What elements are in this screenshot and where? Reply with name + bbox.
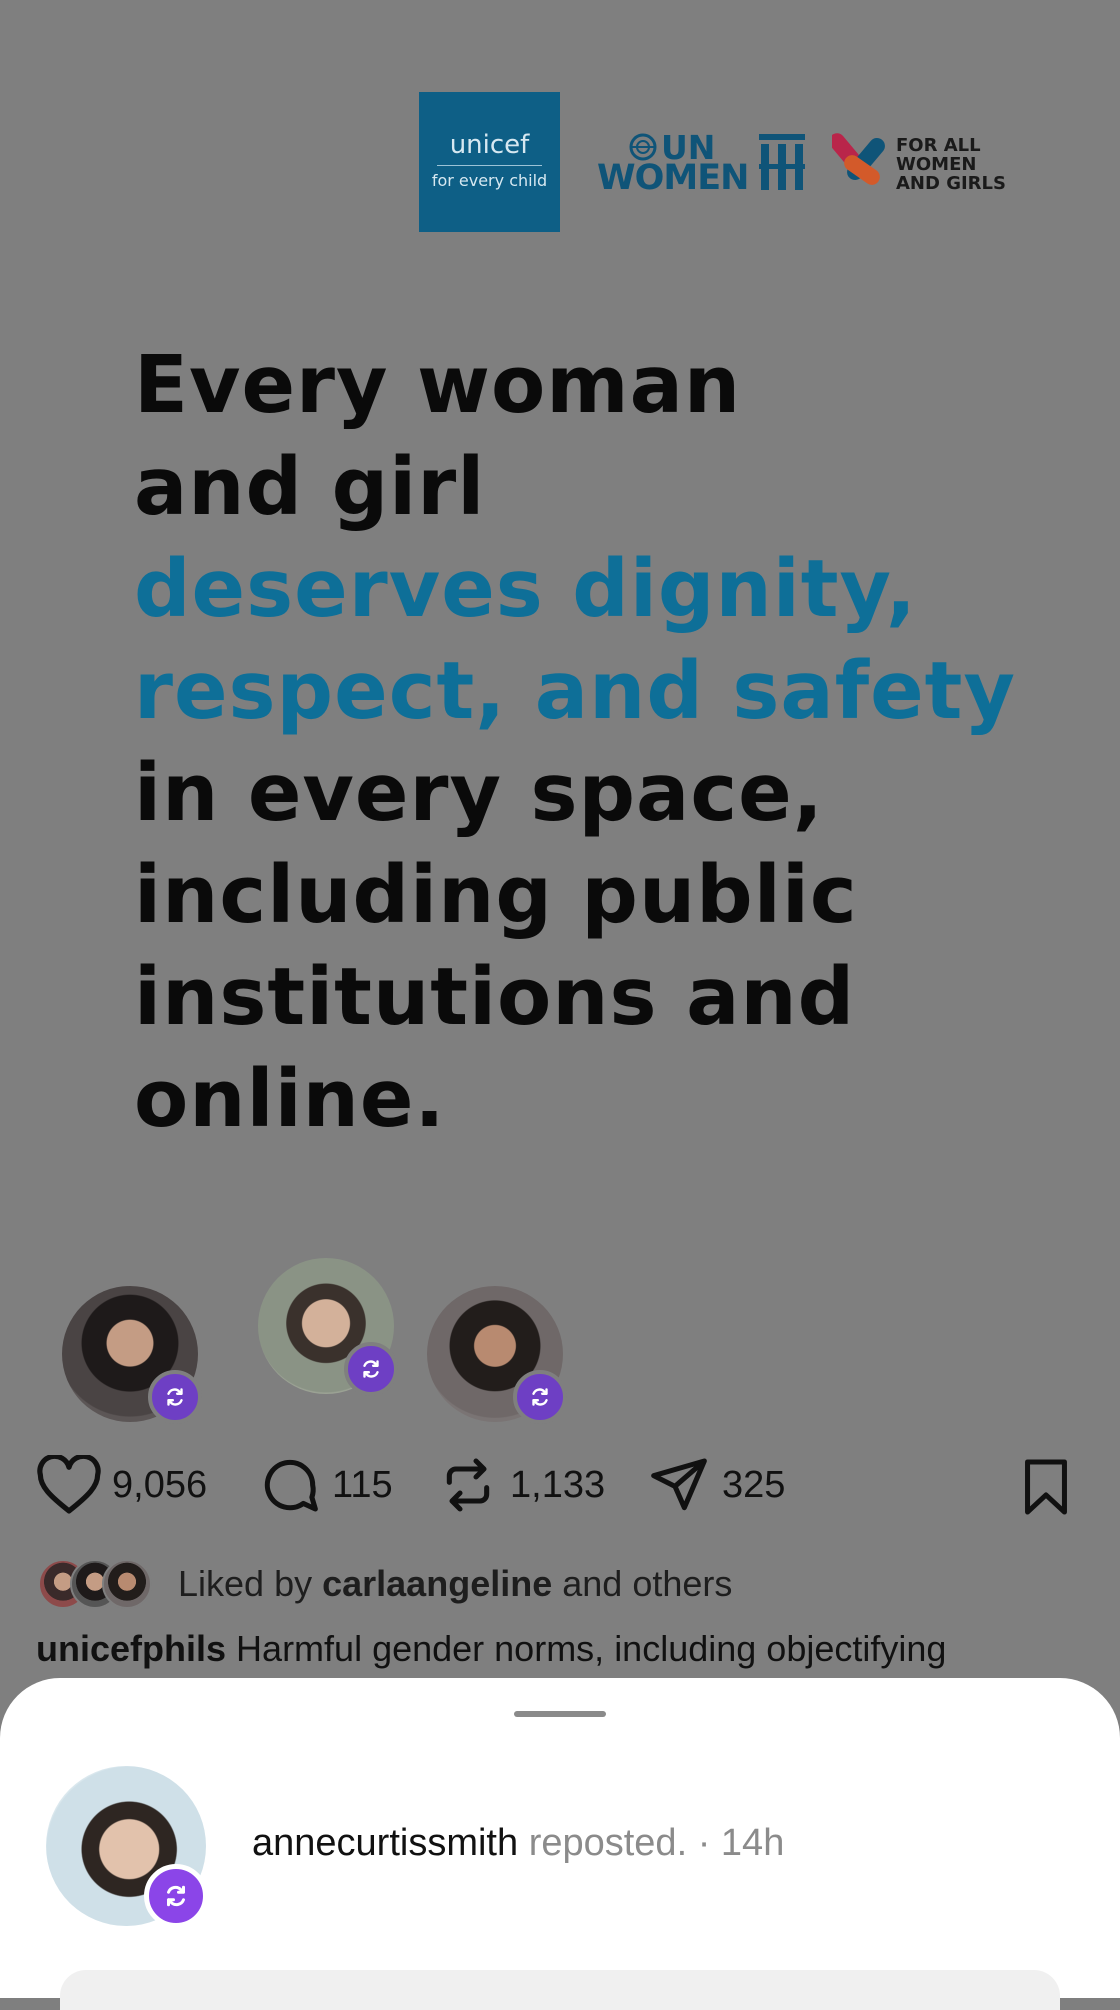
- headline-line: including public: [134, 849, 858, 941]
- unicef-logo-name: unicef: [449, 130, 530, 160]
- headline-line-accent: respect, and safety: [134, 645, 1016, 737]
- share-count: 325: [722, 1463, 786, 1506]
- repost-icon: [167, 1388, 183, 1406]
- repost-button[interactable]: 1,133: [436, 1452, 605, 1518]
- bookmark-button[interactable]: [1018, 1458, 1074, 1521]
- liked-by-text: Liked by carlaangeline and others: [178, 1563, 733, 1604]
- repost-badge: [513, 1370, 567, 1424]
- repost-icon: [532, 1388, 548, 1406]
- repost-bottom-sheet: annecurtissmith reposted. · 14h: [0, 1678, 1120, 2010]
- like-count: 9,056: [112, 1463, 208, 1506]
- repost-info: annecurtissmith reposted. · 14h: [252, 1822, 784, 1865]
- share-icon: [651, 1458, 707, 1511]
- liked-by-row[interactable]: Liked by carlaangeline and others: [38, 1558, 732, 1610]
- headline-line: and girl: [134, 441, 486, 533]
- sheet-next-card: [60, 1970, 1060, 2010]
- post-image[interactable]: unicef for every child UN WOMEN FOR ALL: [0, 0, 1120, 1440]
- repost-count: 1,133: [510, 1463, 606, 1506]
- comment-button[interactable]: 115: [258, 1452, 393, 1518]
- heart-icon: [37, 1455, 101, 1514]
- liked-by-user[interactable]: carlaangeline: [322, 1563, 552, 1604]
- share-button[interactable]: 325: [646, 1452, 785, 1518]
- avatar: [102, 1559, 152, 1609]
- for-all-women-and-girls-logo: FOR ALL WOMEN AND GIRLS: [832, 124, 1022, 194]
- unicef-logo-rule: [437, 165, 542, 166]
- reposter-avatar[interactable]: [427, 1286, 567, 1424]
- separator: ·: [697, 1822, 711, 1864]
- bookmark-icon: [1025, 1459, 1067, 1515]
- campaign-logo-text: FOR ALL WOMEN AND GIRLS: [896, 135, 1006, 194]
- comment-icon: [264, 1459, 318, 1512]
- caption-username[interactable]: unicefphils: [36, 1628, 226, 1669]
- unwomen-logo-women: WOMEN: [597, 158, 749, 198]
- reposter-avatar[interactable]: [62, 1286, 202, 1424]
- unicef-logo: unicef for every child: [419, 92, 560, 232]
- headline-line: Every woman: [134, 339, 742, 431]
- headline-line-accent: deserves dignity,: [134, 543, 917, 635]
- repost-badge: [144, 1864, 208, 1928]
- repost-icon: [363, 1360, 379, 1378]
- repost-time: 14h: [720, 1822, 785, 1864]
- repost-badge: [344, 1342, 398, 1396]
- repost-icon: [446, 1458, 490, 1512]
- sheet-drag-handle[interactable]: [514, 1711, 606, 1717]
- reposter-avatar[interactable]: [258, 1258, 398, 1396]
- unicef-logo-tagline: for every child: [431, 171, 548, 190]
- post-caption: unicefphils Harmful gender norms, includ…: [36, 1628, 946, 1670]
- repost-icon: [167, 1885, 185, 1907]
- repost-badge: [148, 1370, 202, 1424]
- post-headline: Every woman and girl deserves dignity, r…: [134, 334, 1034, 1150]
- headline-line: in every space,: [134, 747, 824, 839]
- like-button[interactable]: 9,056: [36, 1452, 207, 1518]
- repost-action: reposted.: [528, 1822, 688, 1864]
- campaign-mark-icon: [832, 133, 885, 185]
- caption-text: Harmful gender norms, including objectif…: [236, 1628, 947, 1669]
- unwomen-logo: UN WOMEN: [597, 128, 809, 198]
- reposter-avatar[interactable]: [46, 1766, 208, 1928]
- post-action-bar: 9,056 115 1,133 325: [36, 1452, 1086, 1518]
- pillars-icon: [759, 134, 805, 190]
- headline-line: institutions and: [134, 951, 856, 1043]
- headline-line: online.: [134, 1053, 446, 1145]
- comment-count: 115: [332, 1463, 393, 1506]
- reposter-username[interactable]: annecurtissmith: [252, 1822, 518, 1864]
